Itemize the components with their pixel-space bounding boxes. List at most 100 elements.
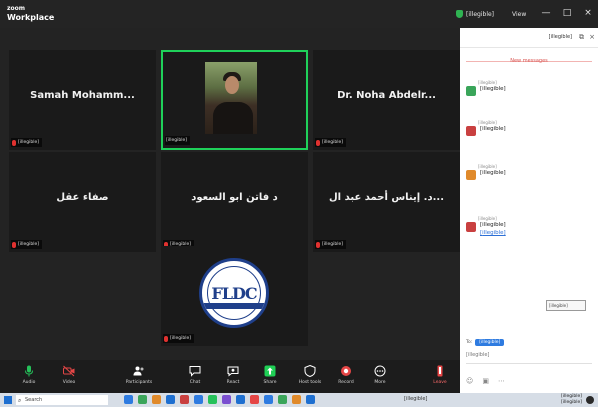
app-brand: zoom Workplace (7, 4, 54, 22)
search-icon: ⌕ (18, 397, 22, 404)
participant-label: [illegible] (11, 138, 43, 147)
clock[interactable]: [illegible] [illegible] (561, 394, 582, 405)
taskbar: ⌕ Search [illegible] [illegible] [illegi… (0, 393, 598, 407)
record-label: Record (338, 380, 354, 385)
video-grid: Samah Mohamm... [illegible] [illegible] … (0, 28, 460, 360)
maximize-button[interactable]: □ (561, 8, 573, 18)
host-tools-button[interactable]: Host tools (291, 362, 329, 392)
mic-muted-icon (12, 139, 16, 146)
participant-label: [illegible] (315, 240, 347, 249)
fldc-logo: FLDC (199, 258, 269, 328)
participant-name: Dr. Noha Abdelr... (337, 90, 436, 101)
participant-tile[interactable]: Samah Mohamm... [illegible] (9, 50, 156, 150)
leave-icon (437, 365, 443, 377)
taskbar-app-icon[interactable] (236, 395, 245, 404)
taskbar-app-icon[interactable] (180, 395, 189, 404)
participant-label: [illegible] (11, 240, 43, 249)
recipient-selector[interactable]: [illegible] (475, 339, 505, 346)
participant-name: Samah Mohamm... (30, 90, 135, 101)
participant-tile-active-speaker[interactable]: [illegible] (161, 50, 308, 150)
share-icon (264, 365, 276, 377)
message-text: [illegible] (480, 126, 506, 132)
participant-tile[interactable]: د فاتن ابو السعود [illegible] (161, 152, 308, 252)
participants-label: Participants (125, 380, 153, 385)
more-options-icon[interactable]: ⋯ (498, 377, 505, 385)
taskbar-app-icon[interactable] (278, 395, 287, 404)
host-tools-label: Host tools (298, 380, 322, 385)
clock-time: [illegible] (560, 394, 582, 399)
taskbar-app-icon[interactable] (306, 395, 315, 404)
minimize-button[interactable]: — (540, 8, 552, 18)
tooltip: [illegible] (546, 300, 586, 311)
avatar (466, 126, 476, 136)
meeting-status[interactable]: [illegible] View (456, 10, 526, 18)
participants-button[interactable]: Participants (120, 362, 158, 392)
audio-button[interactable]: Audio (10, 362, 48, 392)
file-icon[interactable]: ▣ (482, 377, 489, 385)
close-button[interactable]: × (582, 8, 594, 18)
chat-input[interactable]: [illegible] (466, 352, 592, 364)
microphone-icon (25, 365, 33, 377)
taskbar-search[interactable]: ⌕ Search (16, 395, 108, 405)
view-menu[interactable]: View (512, 11, 526, 18)
participant-name: د فاتن ابو السعود (191, 192, 278, 203)
participant-tile[interactable]: Dr. Noha Abdelr... [illegible] (313, 50, 460, 150)
react-button[interactable]: React (214, 362, 252, 392)
taskbar-app-icon[interactable] (194, 395, 203, 404)
video-button[interactable]: Video (50, 362, 88, 392)
taskbar-app-icon[interactable] (124, 395, 133, 404)
brand-line-2: Workplace (7, 13, 55, 22)
chat-button[interactable]: Chat (176, 362, 214, 392)
message-meta: [illegible] (478, 120, 497, 125)
taskbar-app-icon[interactable] (138, 395, 147, 404)
message-meta: [illegible] (478, 216, 497, 221)
more-button[interactable]: More (361, 362, 399, 392)
chat-header: [illegible] ⧉ × (460, 28, 598, 48)
taskbar-app-icon[interactable] (264, 395, 273, 404)
message-text: [illegible] (480, 170, 506, 176)
recipient-row: To: [illegible] (466, 339, 505, 346)
participant-label: [illegible] (165, 136, 191, 145)
more-label: More (374, 380, 386, 385)
chat-message: [illegible] [illegible] (466, 164, 592, 180)
taskbar-app-icon[interactable] (166, 395, 175, 404)
more-icon (374, 365, 386, 377)
participant-tile[interactable]: صفاء عقل [illegible] (9, 152, 156, 252)
share-button[interactable]: Share (251, 362, 289, 392)
message-link[interactable]: [illegible] (480, 230, 592, 237)
participant-label: [illegible] (315, 138, 347, 147)
react-label: React (226, 380, 240, 385)
record-button[interactable]: Record (327, 362, 365, 392)
brand-line-1: zoom (7, 5, 25, 12)
popout-icon[interactable]: ⧉ (579, 33, 584, 42)
message-meta: [illegible] (478, 80, 497, 85)
chat-icon (189, 366, 201, 377)
security-shield-icon (456, 10, 463, 18)
participant-label: [illegible] (163, 334, 195, 343)
participant-name: صفاء عقل (56, 192, 109, 203)
to-label: To: (466, 340, 473, 345)
leave-button[interactable]: Leave (421, 362, 459, 392)
taskbar-app-icon[interactable] (222, 395, 231, 404)
participant-tile[interactable]: د. إيناس أحمد عبد ال... [illegible] (313, 152, 460, 252)
notification-icon[interactable] (586, 396, 594, 404)
audio-label: Audio (22, 380, 36, 385)
system-tray[interactable]: [illegible] (404, 396, 427, 402)
taskbar-app-icon[interactable] (250, 395, 259, 404)
message-text: [illegible] (480, 222, 506, 228)
mic-muted-icon (12, 241, 16, 248)
camera-icon (63, 365, 75, 377)
taskbar-app-icon[interactable] (152, 395, 161, 404)
taskbar-app-icon[interactable] (208, 395, 217, 404)
close-chat-icon[interactable]: × (589, 33, 595, 41)
mic-muted-icon (316, 139, 320, 146)
video-label: Video (62, 380, 76, 385)
clock-date: [illegible] (560, 399, 582, 405)
emoji-icon[interactable]: ☺ (466, 377, 473, 385)
start-icon[interactable] (4, 396, 12, 404)
participant-tile[interactable]: FLDC [illegible] (161, 246, 308, 346)
taskbar-app-icon[interactable] (292, 395, 301, 404)
chat-label: Chat (189, 380, 201, 385)
chat-message: [illegible] [illegible] (466, 80, 592, 96)
chat-panel: [illegible] ⧉ × New messages [illegible]… (460, 28, 598, 393)
